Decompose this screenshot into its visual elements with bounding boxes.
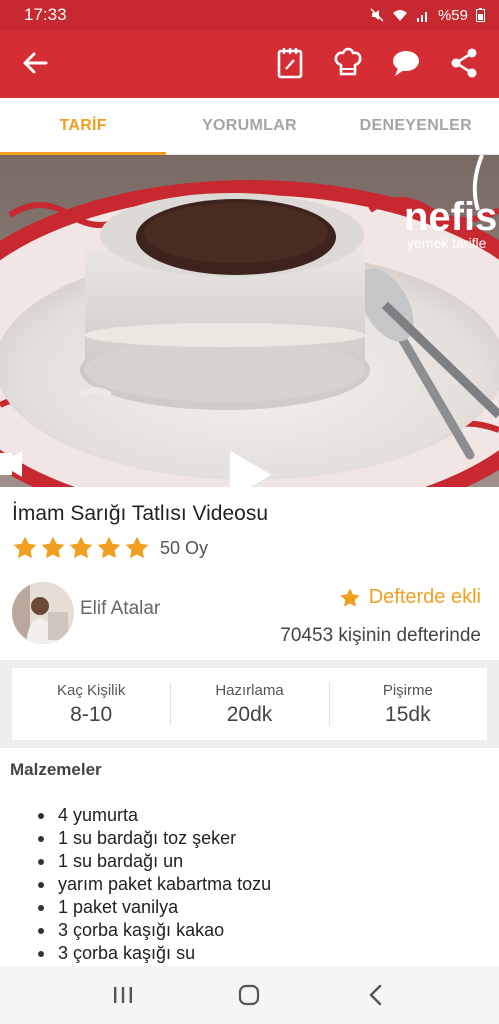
- tab-bar: TARİF YORUMLAR DENEYENLER: [0, 98, 499, 155]
- status-time: 17:33: [24, 5, 67, 24]
- star-icon: [41, 536, 65, 559]
- notebook-status[interactable]: Defterde ekli: [339, 586, 481, 609]
- share-icon: [451, 48, 477, 78]
- notebook-status-label: Defterde ekli: [368, 586, 481, 608]
- home-button[interactable]: [229, 975, 269, 1015]
- home-icon: [239, 984, 260, 1006]
- star-icon: [69, 536, 93, 559]
- chef-hat-icon: [334, 47, 362, 76]
- list-item: 3 çorba kaşığı su: [38, 942, 271, 965]
- chef-button[interactable]: [331, 46, 365, 80]
- recent-apps-icon: [114, 987, 133, 1003]
- tab-deneyenler[interactable]: DENEYENLER: [333, 98, 499, 154]
- mute-icon: [370, 8, 384, 22]
- tab-tarif[interactable]: TARİF: [0, 98, 167, 155]
- info-value: 8-10: [70, 702, 113, 726]
- system-nav-bar: [0, 966, 499, 1024]
- star-icon: [97, 536, 121, 559]
- nav-back-button[interactable]: [356, 975, 396, 1015]
- video-thumbnail: nefis yemek tarifle: [0, 155, 499, 487]
- app-bar: [0, 30, 499, 98]
- info-value: 15dk: [385, 702, 431, 726]
- arrow-back-icon: [23, 52, 48, 74]
- notebook-button[interactable]: [273, 46, 307, 80]
- info-value: 20dk: [226, 702, 273, 726]
- info-prep-time: Hazırlama 20dk: [170, 668, 328, 740]
- recent-apps-button[interactable]: [103, 975, 143, 1015]
- signal-icon: [416, 11, 427, 22]
- author-section: Elif Atalar Defterde ekli 70453 kişinin …: [0, 578, 499, 660]
- tab-yorumlar[interactable]: YORUMLAR: [166, 98, 332, 154]
- list-item: yarım paket kabartma tozu: [38, 873, 271, 896]
- list-item: 4 yumurta: [38, 804, 271, 827]
- author-name[interactable]: Elif Atalar: [80, 598, 160, 620]
- list-item: 3 çorba kaşığı kakao: [38, 919, 271, 942]
- wifi-icon: [392, 9, 407, 21]
- star-icon: [340, 587, 360, 607]
- list-item: 1 su bardağı toz şeker: [38, 827, 271, 850]
- watermark-logo: nefis: [404, 195, 497, 239]
- info-servings: Kaç Kişilik 8-10: [12, 668, 170, 740]
- info-cook-time: Pişirme 15dk: [328, 668, 487, 740]
- battery-icon: [476, 8, 485, 22]
- play-icon[interactable]: [226, 447, 276, 487]
- chat-bubble-icon: [393, 51, 419, 76]
- watermark-sub: yemek tarifle: [407, 235, 487, 251]
- vote-count: 50 Oy: [160, 537, 209, 558]
- avatar-photo: [12, 582, 74, 644]
- info-label: Hazırlama: [215, 681, 284, 699]
- recipe-video[interactable]: nefis yemek tarifle: [0, 155, 499, 487]
- status-bar: 17:33 %59: [0, 0, 499, 30]
- rating[interactable]: 50 Oy: [12, 535, 208, 561]
- list-item: 1 paket vanilya: [38, 896, 271, 919]
- avatar[interactable]: [12, 582, 74, 644]
- recipe-title: İmam Sarığı Tatlısı Videosu: [12, 502, 269, 525]
- ingredients-heading: Malzemeler: [10, 760, 102, 779]
- back-button[interactable]: [20, 48, 50, 78]
- battery-text: %59: [437, 6, 468, 24]
- chevron-left-icon: [369, 984, 382, 1006]
- comments-button[interactable]: [389, 46, 423, 80]
- status-icons: %59: [370, 7, 485, 24]
- video-camera-icon: [0, 453, 12, 475]
- info-label: Pişirme: [382, 681, 433, 699]
- ingredients-list: 4 yumurta 1 su bardağı toz şeker 1 su ba…: [38, 804, 271, 965]
- notebook-count: 70453 kişinin defterinde: [280, 625, 481, 646]
- share-button[interactable]: [447, 46, 481, 80]
- star-icon: [125, 536, 149, 559]
- list-item: 1 su bardağı un: [38, 850, 271, 873]
- star-icon: [13, 536, 37, 559]
- notebook-icon: [277, 48, 303, 79]
- recipe-info: Kaç Kişilik 8-10 Hazırlama 20dk Pişirme …: [0, 660, 499, 748]
- info-label: Kaç Kişilik: [56, 681, 126, 699]
